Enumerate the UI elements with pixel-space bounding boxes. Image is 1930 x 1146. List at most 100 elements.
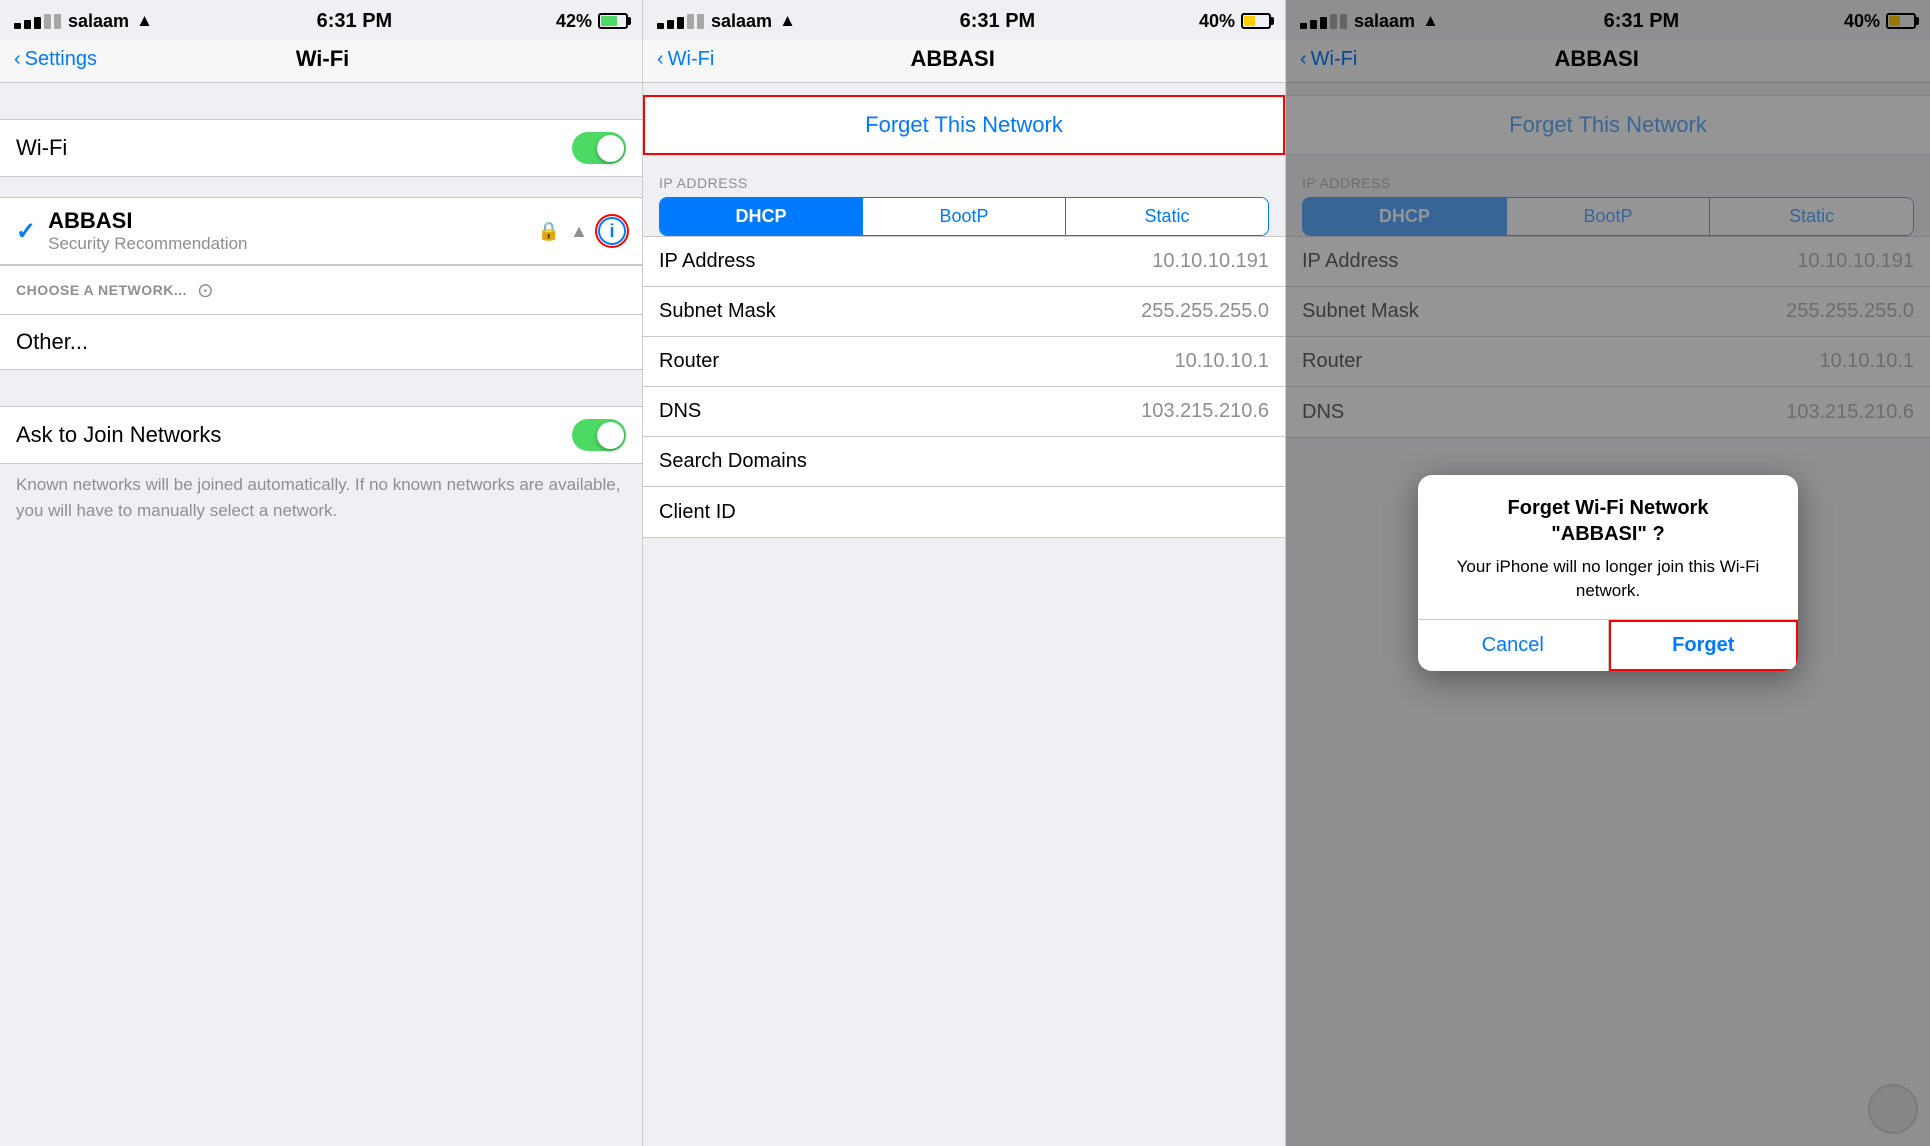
dot2 — [24, 20, 31, 29]
back-chevron-1: ‹ — [14, 48, 21, 71]
wifi-signal-icon: ▲ — [570, 221, 588, 242]
battery-fill-1 — [601, 16, 617, 26]
dialog-content: Forget Wi-Fi Network"ABBASI" ? Your iPho… — [1418, 475, 1798, 619]
ask-toggle-row[interactable]: Ask to Join Networks — [0, 406, 642, 464]
router-key: Router — [659, 350, 1174, 373]
dialog-buttons: Cancel Forget — [1418, 619, 1798, 671]
router-row: Router 10.10.10.1 — [643, 337, 1285, 387]
wifi-label: Wi-Fi — [16, 135, 572, 161]
status-bar-2: salaam ▲ 6:31 PM 40% — [643, 0, 1285, 40]
panel-wifi-settings: salaam ▲ 6:31 PM 42% ‹ Settings Wi-Fi Wi… — [0, 0, 643, 1146]
dns-key: DNS — [659, 400, 1141, 423]
dialog-title: Forget Wi-Fi Network"ABBASI" ? — [1438, 495, 1778, 547]
loading-spinner: ⊙ — [197, 278, 214, 303]
battery-fill-2 — [1244, 16, 1255, 26]
panel-abbasi-detail: salaam ▲ 6:31 PM 40% ‹ Wi-Fi ABBASI Forg… — [643, 0, 1286, 1146]
search-key: Search Domains — [659, 450, 1269, 473]
spacer-1 — [0, 83, 642, 119]
segment-static[interactable]: Static — [1066, 198, 1268, 235]
network-name: ABBASI — [48, 208, 538, 234]
subnet-row: Subnet Mask 255.255.255.0 — [643, 287, 1285, 337]
abbasi-network-row[interactable]: ✓ ABBASI Security Recommendation 🔒 ▲ i — [0, 197, 642, 265]
wifi-toggle-row[interactable]: Wi-Fi — [0, 119, 642, 177]
subnet-key: Subnet Mask — [659, 300, 1141, 323]
dns-val: 103.215.210.6 — [1141, 400, 1269, 423]
ip-address-val: 10.10.10.191 — [1152, 250, 1269, 273]
ip-section-header: IP ADDRESS — [643, 155, 1285, 197]
dot5 — [54, 14, 61, 29]
toggle-thumb-ask — [597, 422, 624, 449]
toggle-thumb-wifi — [597, 135, 624, 162]
carrier-2: salaam — [711, 11, 772, 32]
dot3-2 — [677, 17, 684, 29]
status-right-2: 40% — [1199, 11, 1271, 32]
info-icon: i — [609, 221, 614, 242]
battery-1 — [598, 13, 628, 29]
dot1-2 — [657, 23, 664, 29]
router-val: 10.10.10.1 — [1174, 350, 1269, 373]
ip-address-key: IP Address — [659, 250, 1152, 273]
wifi-toggle[interactable] — [572, 132, 626, 164]
battery-box-2 — [1241, 13, 1271, 29]
status-right-1: 42% — [556, 11, 628, 32]
signal-dots-2 — [657, 14, 704, 29]
time-2: 6:31 PM — [960, 10, 1036, 33]
battery-pct-1: 42% — [556, 11, 592, 32]
info-button[interactable]: i — [598, 217, 626, 245]
dot4-2 — [687, 14, 694, 29]
status-bar-1: salaam ▲ 6:31 PM 42% — [0, 0, 642, 40]
checkmark-icon: ✓ — [16, 217, 36, 246]
content-2: Forget This Network IP ADDRESS DHCP Boot… — [643, 83, 1285, 1146]
subnet-val: 255.255.255.0 — [1141, 300, 1269, 323]
nav-title-1: Wi-Fi — [296, 46, 350, 72]
dialog-message: Your iPhone will no longer join this Wi-… — [1438, 555, 1778, 603]
dot1 — [14, 23, 21, 29]
client-key: Client ID — [659, 501, 1269, 524]
ask-description: Known networks will be joined automatica… — [0, 464, 642, 523]
dot4 — [44, 14, 51, 29]
battery-pct-2: 40% — [1199, 11, 1235, 32]
ask-label: Ask to Join Networks — [16, 422, 572, 448]
choose-label: CHOOSE A NETWORK... — [16, 282, 187, 298]
back-label-1[interactable]: Settings — [25, 48, 97, 71]
lock-icon: 🔒 — [538, 221, 560, 242]
nav-title-2: ABBASI — [910, 46, 994, 72]
time-1: 6:31 PM — [317, 10, 393, 33]
forget-dialog-box: Forget Wi-Fi Network"ABBASI" ? Your iPho… — [1418, 475, 1798, 671]
battery-2 — [1241, 13, 1271, 29]
other-network-row[interactable]: Other... — [0, 315, 642, 370]
wifi-status-icon-2: ▲ — [779, 11, 796, 31]
network-info: ABBASI Security Recommendation — [48, 208, 538, 254]
dialog-network-name: "ABBASI" ? — [1551, 523, 1664, 545]
ip-segment-control[interactable]: DHCP BootP Static — [659, 197, 1269, 236]
forget-network-button[interactable]: Forget This Network — [643, 95, 1285, 155]
signal-dots-1 — [14, 14, 61, 29]
forget-confirm-button[interactable]: Forget — [1609, 620, 1799, 671]
back-button-1[interactable]: ‹ Settings — [14, 48, 97, 71]
carrier-1: salaam — [68, 11, 129, 32]
wifi-status-icon-1: ▲ — [136, 11, 153, 31]
cancel-button[interactable]: Cancel — [1418, 620, 1609, 671]
network-icons: 🔒 ▲ i — [538, 217, 626, 245]
status-left-1: salaam ▲ — [14, 11, 153, 32]
ask-section: Ask to Join Networks Known networks will… — [0, 406, 642, 523]
back-button-2[interactable]: ‹ Wi-Fi — [657, 48, 714, 71]
panel-dialog: salaam ▲ 6:31 PM 40% ‹ Wi-Fi ABBASI Forg… — [1286, 0, 1930, 1146]
content-1: Wi-Fi ✓ ABBASI Security Recommendation 🔒… — [0, 83, 642, 1146]
status-left-2: salaam ▲ — [657, 11, 796, 32]
segment-dhcp[interactable]: DHCP — [660, 198, 862, 235]
dot2-2 — [667, 20, 674, 29]
back-label-2[interactable]: Wi-Fi — [668, 48, 715, 71]
dot5-2 — [697, 14, 704, 29]
dns-row: DNS 103.215.210.6 — [643, 387, 1285, 437]
dot3 — [34, 17, 41, 29]
spacer-2 — [0, 177, 642, 197]
forget-dialog-overlay: Forget Wi-Fi Network"ABBASI" ? Your iPho… — [1286, 0, 1930, 1146]
choose-network-row: CHOOSE A NETWORK... ⊙ — [0, 265, 642, 315]
nav-bar-2: ‹ Wi-Fi ABBASI — [643, 40, 1285, 83]
segment-bootp[interactable]: BootP — [863, 198, 1065, 235]
forget-label[interactable]: Forget This Network — [865, 112, 1063, 138]
other-label[interactable]: Other... — [16, 329, 88, 354]
ask-toggle[interactable] — [572, 419, 626, 451]
back-chevron-2: ‹ — [657, 48, 664, 71]
